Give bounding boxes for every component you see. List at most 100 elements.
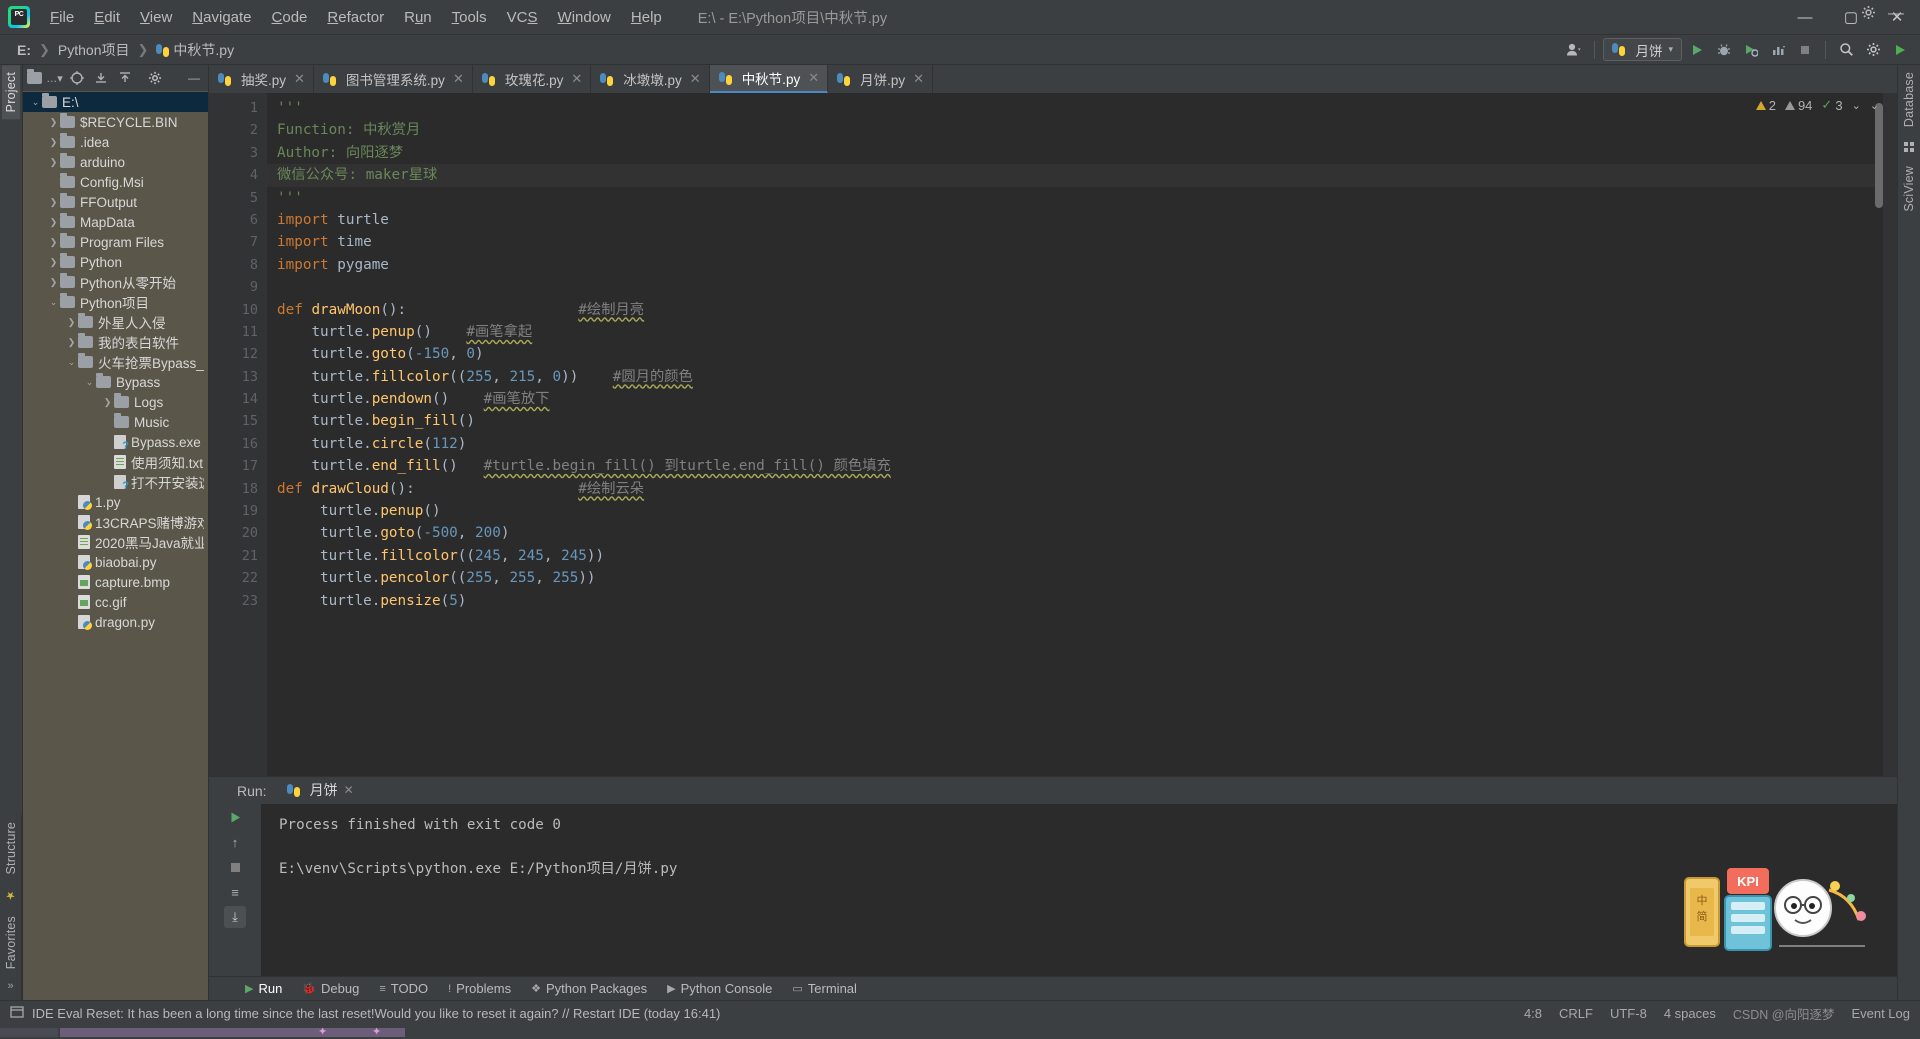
gear-icon[interactable] (1861, 38, 1885, 62)
chevron-right-icon[interactable]: ❯ (47, 137, 60, 148)
close-icon[interactable]: ✕ (344, 783, 354, 797)
menu-run[interactable]: Run (394, 5, 442, 30)
menu-tools[interactable]: Tools (442, 5, 497, 30)
tree-item[interactable]: biaobai.py (23, 552, 208, 572)
code-line[interactable]: turtle.pensize(5) (267, 590, 1897, 612)
bottom-tab[interactable]: ▭ Terminal (782, 979, 867, 998)
editor-marker-stripe[interactable] (1883, 93, 1897, 776)
menu-vcs[interactable]: VCS (497, 5, 548, 30)
tree-item[interactable]: ❯ .idea (23, 132, 208, 152)
code-line[interactable]: turtle.goto(-150, 0) (267, 343, 1897, 365)
chevron-down-icon[interactable]: ⌄ (65, 357, 78, 368)
tree-item[interactable]: 打不开安装这 (23, 472, 208, 492)
close-tab-icon[interactable]: ✕ (913, 71, 924, 87)
tree-item[interactable]: ❯ Logs (23, 392, 208, 412)
menu-navigate[interactable]: Navigate (182, 5, 261, 30)
user-account-icon[interactable] (1562, 38, 1586, 62)
tree-item[interactable]: capture.bmp (23, 572, 208, 592)
status-message[interactable]: IDE Eval Reset: It has been a long time … (32, 1006, 720, 1021)
menu-edit[interactable]: Edit (84, 5, 130, 30)
sidebar-item-database[interactable]: Database (1900, 65, 1918, 134)
tree-item[interactable]: ❯ MapData (23, 212, 208, 232)
rerun-button[interactable] (224, 806, 246, 828)
event-log-button[interactable]: Event Log (1851, 1006, 1910, 1021)
event-log-icon[interactable] (10, 1005, 24, 1022)
bottom-tab[interactable]: ▶ Python Console (657, 979, 782, 998)
tree-item[interactable]: Config.Msi (23, 172, 208, 192)
run-button[interactable] (1685, 38, 1709, 62)
code-line[interactable]: turtle.fillcolor((245, 245, 245)) (267, 545, 1897, 567)
chevron-right-icon[interactable]: ❯ (65, 317, 78, 328)
code-line[interactable]: import pygame (267, 254, 1897, 276)
tree-item[interactable]: ⌄ Bypass (23, 372, 208, 392)
code-line[interactable]: 微信公众号: maker星球 (267, 164, 1897, 187)
file-encoding[interactable]: UTF-8 (1610, 1006, 1647, 1021)
editor-tab[interactable]: 图书管理系统.py ✕ (313, 65, 473, 93)
locate-file-icon[interactable] (66, 68, 88, 88)
breadcrumb-drive[interactable]: E: (12, 41, 36, 59)
editor-tab[interactable]: 中秋节.py ✕ (709, 65, 829, 93)
tree-item[interactable]: 13CRAPS赌博游戏 (23, 512, 208, 532)
inspection-more-icon[interactable]: ⌄ (1870, 99, 1879, 112)
tree-item[interactable]: Bypass.exe (23, 432, 208, 452)
menu-file[interactable]: File (40, 5, 84, 30)
tree-item[interactable]: ❯ Program Files (23, 232, 208, 252)
project-scope-selector[interactable]: …▾ (26, 68, 64, 88)
code-line[interactable]: ''' (267, 97, 1897, 119)
tree-item[interactable]: ❯ FFOutput (23, 192, 208, 212)
menu-window[interactable]: Window (548, 5, 621, 30)
tree-item[interactable]: ❯ 我的表白软件 (23, 332, 208, 352)
code-line[interactable]: turtle.penup() (267, 500, 1897, 522)
chevron-down-icon[interactable]: ⌄ (1852, 99, 1861, 112)
code-line[interactable]: ''' (267, 187, 1897, 209)
tree-item[interactable]: ❯ arduino (23, 152, 208, 172)
chevron-right-icon[interactable]: ❯ (65, 337, 78, 348)
project-tree[interactable]: ⌄ E:\ ❯ $RECYCLE.BIN ❯ .idea ❯ arduino Config.Ms… (23, 91, 208, 1000)
tree-item[interactable]: ❯ Python (23, 252, 208, 272)
code-line[interactable]: turtle.circle(112) (267, 433, 1897, 455)
tree-item[interactable]: ⌄ E:\ (23, 92, 208, 112)
expand-rail-icon[interactable]: » (7, 976, 13, 996)
chevron-down-icon[interactable]: ⌄ (83, 377, 96, 388)
stop-button[interactable] (1793, 38, 1817, 62)
project-settings-icon[interactable] (144, 68, 166, 88)
tree-item[interactable]: ❯ Python从零开始 (23, 272, 208, 292)
run-settings-gear-icon[interactable] (1861, 5, 1876, 25)
editor-tab[interactable]: 玫瑰花.py ✕ (472, 65, 592, 93)
bottom-tab[interactable]: ▶ Run (235, 979, 292, 998)
collapse-all-icon[interactable] (114, 68, 136, 88)
profile-button[interactable] (1766, 38, 1790, 62)
chevron-down-icon[interactable]: ⌄ (29, 97, 42, 108)
run-configuration-selector[interactable]: 月饼 ▾ (1603, 38, 1682, 61)
inspection-widget[interactable]: 2 94 ✓ 3 ⌄ ⌄ (1755, 97, 1879, 113)
code-line[interactable]: Author: 向阳逐梦 (267, 142, 1897, 164)
update-project-button[interactable] (1888, 38, 1912, 62)
code-line[interactable] (267, 276, 1897, 298)
code-line[interactable]: turtle.begin_fill() (267, 410, 1897, 432)
warning-count-badge[interactable]: 2 (1755, 98, 1776, 113)
line-separator[interactable]: CRLF (1559, 1006, 1593, 1021)
close-tab-icon[interactable]: ✕ (453, 71, 464, 87)
bottom-tab[interactable]: ! Problems (438, 979, 521, 998)
code-line[interactable]: turtle.pencolor((255, 255, 255)) (267, 567, 1897, 589)
breadcrumb-folder[interactable]: Python项目 (53, 39, 135, 61)
sidebar-item-project[interactable]: Project (2, 65, 20, 120)
close-tab-icon[interactable]: ✕ (690, 71, 701, 87)
sidebar-item-favorites-label[interactable]: Favorites (2, 909, 20, 976)
scroll-up-button[interactable]: ↑ (224, 831, 246, 853)
sidebar-item-structure[interactable]: Structure (2, 815, 20, 882)
run-with-coverage-button[interactable] (1739, 38, 1763, 62)
code-line[interactable]: def drawCloud(): #绘制云朵 (267, 478, 1897, 500)
editor-tab[interactable]: 月饼.py ✕ (828, 65, 934, 93)
close-tab-icon[interactable]: ✕ (571, 71, 582, 87)
chevron-right-icon[interactable]: ❯ (47, 157, 60, 168)
run-console-output[interactable]: Process finished with exit code 0 E:\ven… (261, 804, 1897, 976)
code-line[interactable]: turtle.pendown() #画笔放下 (267, 388, 1897, 410)
bottom-tab[interactable]: ≡ TODO (369, 979, 438, 998)
close-tab-icon[interactable]: ✕ (294, 71, 305, 87)
menu-refactor[interactable]: Refactor (317, 5, 394, 30)
code-line[interactable]: turtle.fillcolor((255, 215, 0)) #圆月的颜色 (267, 366, 1897, 388)
menu-code[interactable]: Code (262, 5, 318, 30)
tree-item[interactable]: 使用须知.txt (23, 452, 208, 472)
tree-item[interactable]: ❯ $RECYCLE.BIN (23, 112, 208, 132)
